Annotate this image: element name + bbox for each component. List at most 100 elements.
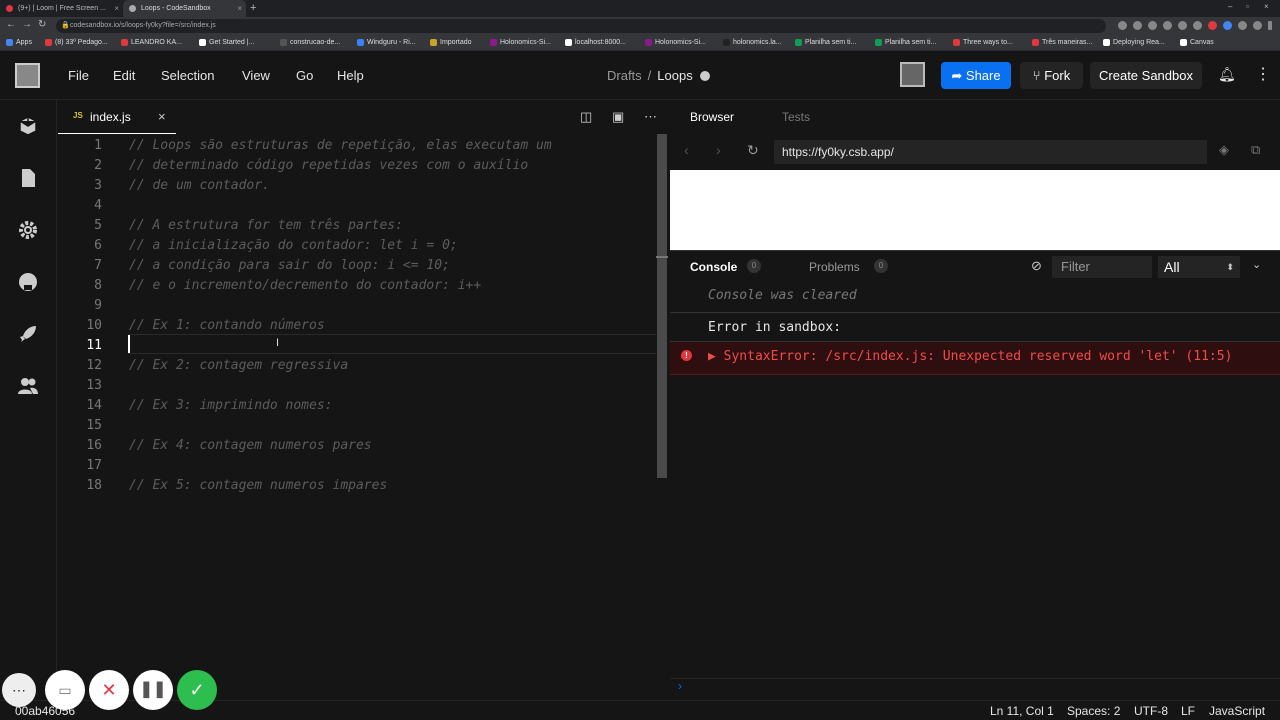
bell-icon[interactable]: 🔔︎: [1218, 66, 1236, 83]
cube-icon[interactable]: [18, 116, 38, 136]
extension-icon[interactable]: [1163, 21, 1172, 30]
responsive-mode-icon[interactable]: ◈: [1219, 142, 1229, 158]
bookmark-item[interactable]: (8) 33º Pedago...: [45, 35, 108, 51]
open-new-window-icon[interactable]: ⧉: [1251, 142, 1260, 158]
code-line[interactable]: // a condição para sair do loop: i <= 10…: [129, 256, 450, 276]
gear-icon[interactable]: [18, 220, 38, 240]
menu-edit[interactable]: Edit: [113, 68, 135, 83]
breadcrumb-drafts[interactable]: Drafts: [607, 68, 642, 83]
tab-browser[interactable]: Browser: [690, 110, 734, 124]
menu-help[interactable]: Help: [337, 68, 364, 83]
back-arrow-icon[interactable]: ←: [6, 19, 16, 30]
extension-icon[interactable]: [1148, 21, 1157, 30]
menu-go[interactable]: Go: [296, 68, 313, 83]
menu-selection[interactable]: Selection: [161, 68, 214, 83]
code-line[interactable]: // Ex 5: contagem numeros impares: [129, 476, 387, 496]
codesandbox-logo[interactable]: [15, 63, 40, 88]
file-icon[interactable]: [18, 168, 38, 188]
profile-avatar[interactable]: [1253, 21, 1262, 30]
preview-back-icon[interactable]: ‹: [684, 142, 689, 158]
language-mode[interactable]: JavaScript: [1209, 704, 1265, 718]
bookmark-item[interactable]: Canvas: [1180, 35, 1214, 51]
encoding[interactable]: UTF-8: [1134, 704, 1168, 718]
code-line[interactable]: // determinado código repetidas vezes co…: [129, 156, 528, 176]
menu-view[interactable]: View: [242, 68, 270, 83]
browser-tab-loom[interactable]: (9+) | Loom | Free Screen ... ×: [0, 0, 123, 17]
maximize-icon[interactable]: ▫: [1246, 2, 1249, 11]
loom-pause-icon[interactable]: ❚❚: [133, 670, 173, 710]
code-line[interactable]: // A estrutura for tem três partes:: [129, 216, 403, 236]
bookmark-item[interactable]: Get Started |...: [199, 35, 254, 51]
tab-problems[interactable]: Problems: [809, 260, 860, 274]
minimize-icon[interactable]: –: [1228, 2, 1232, 11]
code-line[interactable]: // de um contador.: [129, 176, 270, 196]
chrome-menu-icon[interactable]: [1268, 21, 1272, 30]
log-level-select[interactable]: All ⬍: [1158, 256, 1240, 278]
extension-icon[interactable]: [1208, 21, 1217, 30]
close-tab-icon[interactable]: ×: [237, 0, 242, 17]
extensions-puzzle-icon[interactable]: [1238, 21, 1247, 30]
rocket-icon[interactable]: [18, 324, 38, 344]
bookmark-item[interactable]: Planilha sem ti...: [795, 35, 856, 51]
chevron-down-icon[interactable]: ⌄: [1252, 258, 1261, 271]
extension-icon[interactable]: [1133, 21, 1142, 30]
bookmark-item[interactable]: Apps: [6, 35, 32, 51]
menu-file[interactable]: File: [68, 68, 89, 83]
bookmark-item[interactable]: holonomics.la...: [723, 35, 782, 51]
bookmark-item[interactable]: LEANDRO KA...: [121, 35, 182, 51]
user-avatar[interactable]: [900, 62, 925, 87]
more-horizontal-icon[interactable]: ⋯: [644, 109, 657, 125]
tab-tests[interactable]: Tests: [782, 110, 810, 124]
loom-finish-icon[interactable]: ✓: [177, 670, 217, 710]
bookmark-item[interactable]: Deploying Rea...: [1103, 35, 1165, 51]
code-line[interactable]: // a inicialização do contador: let i = …: [129, 236, 458, 256]
console-input[interactable]: ›: [670, 678, 1280, 700]
editor-scrollbar-thumb[interactable]: [657, 134, 667, 478]
extension-icon[interactable]: [1118, 21, 1127, 30]
code-line[interactable]: // Ex 2: contagem regressiva: [129, 356, 348, 376]
bookmark-item[interactable]: Three ways to...: [953, 35, 1013, 51]
share-button[interactable]: ➦ Share: [941, 62, 1011, 89]
close-window-icon[interactable]: ×: [1264, 2, 1269, 11]
code-line[interactable]: // Ex 1: contando números: [129, 316, 325, 336]
open-preview-icon[interactable]: ▣: [612, 109, 624, 125]
expand-arrow-icon[interactable]: ▶: [708, 349, 724, 364]
error-row[interactable]: ! ▶ SyntaxError: /src/index.js: Unexpect…: [670, 342, 1280, 375]
bookmark-item[interactable]: Holonomics-Si...: [645, 35, 706, 51]
bookmark-item[interactable]: Três maneiras...: [1032, 35, 1092, 51]
bookmark-item[interactable]: construcao-de...: [280, 35, 340, 51]
forward-arrow-icon[interactable]: →: [22, 19, 32, 30]
close-tab-icon[interactable]: ×: [114, 0, 119, 17]
fork-button[interactable]: ⑂ Fork: [1020, 62, 1083, 89]
extension-icon[interactable]: [1178, 21, 1187, 30]
bookmark-item[interactable]: Holonomics-Si...: [490, 35, 551, 51]
loom-more-icon[interactable]: ⋯: [2, 673, 36, 707]
reload-icon[interactable]: ↻: [38, 19, 46, 30]
split-editor-icon[interactable]: ◫: [580, 109, 592, 125]
github-icon[interactable]: [18, 272, 38, 292]
tab-console[interactable]: Console: [690, 260, 737, 274]
line-ending[interactable]: LF: [1181, 704, 1195, 718]
bookmark-item[interactable]: Planilha sem ti...: [875, 35, 936, 51]
code-editor[interactable]: Ι 1 // Loops são estruturas de repetição,…: [58, 134, 656, 700]
preview-url-input[interactable]: https://fy0ky.csb.app/: [774, 140, 1207, 164]
bookmark-item[interactable]: Importado: [430, 35, 472, 51]
sandbox-name[interactable]: Loops: [657, 68, 692, 83]
star-icon[interactable]: [1193, 21, 1202, 30]
code-line[interactable]: // e o incremento/decremento do contador…: [129, 276, 481, 296]
cursor-position[interactable]: Ln 11, Col 1: [990, 704, 1054, 718]
extension-icon[interactable]: [1223, 21, 1232, 30]
loom-camera-icon[interactable]: ▭: [45, 670, 85, 710]
loom-cancel-icon[interactable]: ✕: [89, 670, 129, 710]
close-tab-button[interactable]: ×: [158, 109, 166, 124]
browser-tab-codesandbox[interactable]: Loops - CodeSandbox ×: [123, 0, 246, 17]
more-vertical-icon[interactable]: ⋮: [1255, 64, 1271, 84]
code-line[interactable]: // Ex 3: imprimindo nomes:: [129, 396, 333, 416]
clear-console-icon[interactable]: ⊘: [1031, 258, 1042, 274]
new-tab-button[interactable]: +: [250, 0, 256, 16]
preview-frame[interactable]: [670, 170, 1280, 250]
tab-index-js[interactable]: JS index.js ×: [58, 100, 176, 134]
code-line[interactable]: // Ex 4: contagem numeros pares: [129, 436, 372, 456]
preview-forward-icon[interactable]: ›: [716, 142, 721, 158]
bookmark-item[interactable]: localhost:8000...: [565, 35, 626, 51]
